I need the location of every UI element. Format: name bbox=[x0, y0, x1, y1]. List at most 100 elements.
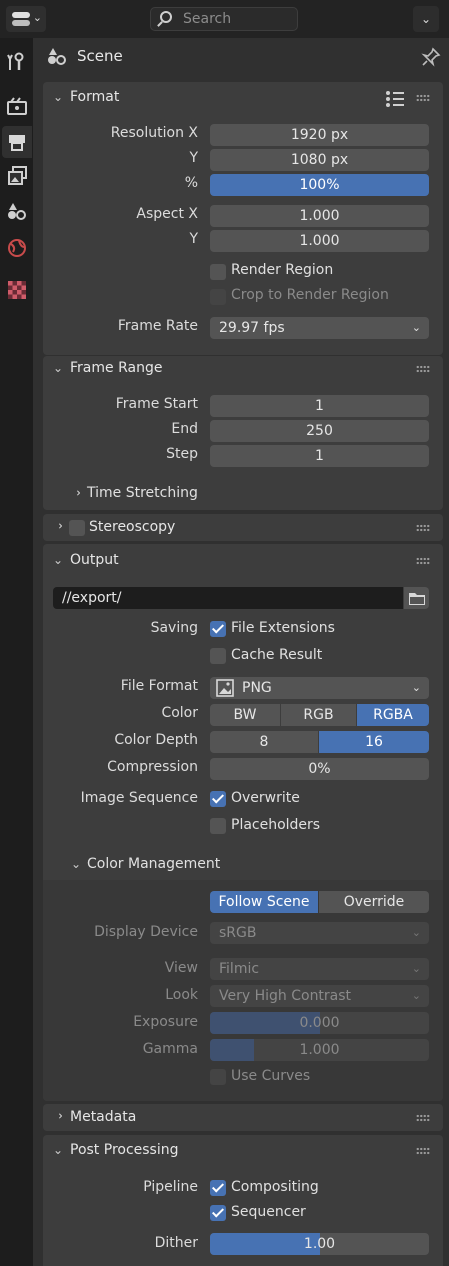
browse-folder-button[interactable] bbox=[404, 587, 429, 609]
aspect-x-label: Aspect X bbox=[136, 206, 198, 222]
use-curves-label: Use Curves bbox=[231, 1068, 311, 1084]
compositing-checkbox[interactable] bbox=[210, 1180, 226, 1196]
output-panel-title[interactable]: Output bbox=[70, 552, 119, 568]
chevron-right-icon[interactable]: ⌄ bbox=[69, 488, 83, 498]
image-sequence-label: Image Sequence bbox=[80, 790, 198, 806]
search-input[interactable]: Search bbox=[150, 7, 298, 31]
resolution-y-label: Y bbox=[189, 150, 198, 166]
aspect-y-field[interactable]: 1.000 bbox=[210, 230, 429, 252]
display-device-dropdown[interactable]: sRGB ⌄ bbox=[210, 922, 429, 944]
resolution-x-label: Resolution X bbox=[110, 125, 198, 141]
view-value: Filmic bbox=[219, 961, 260, 977]
sequencer-label: Sequencer bbox=[231, 1204, 306, 1220]
sequencer-checkbox[interactable] bbox=[210, 1205, 226, 1221]
frame-rate-label: Frame Rate bbox=[117, 318, 198, 334]
overwrite-checkbox[interactable] bbox=[210, 791, 226, 807]
chevron-down-icon[interactable]: ⌄ bbox=[53, 361, 63, 375]
view-dropdown[interactable]: Filmic ⌄ bbox=[210, 958, 429, 980]
view-layer-icon bbox=[8, 166, 27, 185]
aspect-y-label: Y bbox=[189, 231, 198, 247]
frame-start-field[interactable]: 1 bbox=[210, 395, 429, 417]
frame-range-panel-title[interactable]: Frame Range bbox=[70, 360, 162, 376]
drag-handle-icon[interactable] bbox=[416, 1114, 430, 1122]
drag-handle-icon[interactable] bbox=[416, 524, 430, 532]
properties-tabs bbox=[0, 38, 33, 1266]
color-label: Color bbox=[161, 705, 198, 721]
follow-scene-option[interactable]: Follow Scene bbox=[210, 891, 318, 913]
look-dropdown[interactable]: Very High Contrast ⌄ bbox=[210, 985, 429, 1007]
aspect-x-field[interactable]: 1.000 bbox=[210, 205, 429, 227]
editor-type-icon bbox=[12, 11, 30, 27]
gamma-value: 1.000 bbox=[299, 1042, 340, 1058]
render-icon bbox=[7, 97, 27, 115]
stereoscopy-panel-title[interactable]: Stereoscopy bbox=[89, 519, 175, 535]
image-icon bbox=[216, 679, 234, 697]
output-printer-icon bbox=[9, 135, 25, 151]
drag-handle-icon[interactable] bbox=[416, 365, 430, 373]
drag-handle-icon[interactable] bbox=[416, 94, 430, 102]
post-processing-panel-title[interactable]: Post Processing bbox=[70, 1142, 179, 1158]
use-curves-checkbox[interactable] bbox=[210, 1069, 226, 1085]
metadata-panel-title[interactable]: Metadata bbox=[70, 1109, 136, 1125]
dither-slider[interactable]: 1.00 bbox=[210, 1233, 429, 1255]
drag-handle-icon[interactable] bbox=[416, 557, 430, 565]
stereoscopy-checkbox[interactable] bbox=[69, 520, 85, 536]
pin-icon[interactable] bbox=[421, 47, 441, 67]
file-format-dropdown[interactable]: PNG ⌄ bbox=[210, 677, 429, 699]
drag-handle-icon[interactable] bbox=[416, 1147, 430, 1155]
override-option[interactable]: Override bbox=[319, 891, 429, 913]
editor-type-dropdown[interactable]: ⌄ bbox=[6, 6, 46, 32]
tab-texture[interactable] bbox=[2, 274, 32, 306]
gamma-slider[interactable]: 1.000 bbox=[210, 1039, 429, 1061]
chevron-down-icon[interactable]: ⌄ bbox=[53, 553, 63, 567]
tab-render[interactable] bbox=[2, 90, 32, 122]
render-region-checkbox[interactable] bbox=[210, 264, 226, 280]
output-path-input[interactable]: //export/ bbox=[53, 587, 403, 609]
frame-step-field[interactable]: 1 bbox=[210, 445, 429, 467]
scene-icon bbox=[48, 48, 66, 65]
file-extensions-checkbox[interactable] bbox=[210, 621, 226, 637]
chevron-down-icon: ⌄ bbox=[411, 926, 421, 939]
resolution-percent-slider[interactable]: 100% bbox=[210, 174, 429, 196]
color-rgb-option[interactable]: RGB bbox=[281, 704, 356, 726]
color-depth-16-option[interactable]: 16 bbox=[319, 731, 429, 753]
display-device-label: Display Device bbox=[94, 924, 198, 940]
presets-list-icon[interactable] bbox=[385, 90, 405, 108]
tab-tool[interactable] bbox=[2, 46, 32, 78]
chevron-right-icon[interactable]: ⌄ bbox=[51, 521, 65, 531]
chevron-down-icon: ⌄ bbox=[411, 321, 421, 334]
frame-end-field[interactable]: 250 bbox=[210, 420, 429, 442]
color-rgba-option[interactable]: RGBA bbox=[357, 704, 429, 726]
format-panel-title[interactable]: Format bbox=[70, 89, 119, 105]
placeholders-checkbox[interactable] bbox=[210, 818, 226, 834]
color-bw-option[interactable]: BW bbox=[210, 704, 280, 726]
properties-header: ⌄ Search ⌄ bbox=[0, 0, 449, 38]
color-management-subpanel[interactable]: Color Management bbox=[87, 856, 220, 872]
cache-result-checkbox[interactable] bbox=[210, 648, 226, 664]
frame-rate-dropdown[interactable]: 29.97 fps ⌄ bbox=[210, 317, 429, 339]
compression-slider[interactable]: 0% bbox=[210, 758, 429, 780]
dither-label: Dither bbox=[154, 1235, 198, 1251]
exposure-slider[interactable]: 0.000 bbox=[210, 1012, 429, 1034]
chevron-down-icon[interactable]: ⌄ bbox=[53, 1143, 63, 1157]
tab-view-layer[interactable] bbox=[2, 160, 32, 192]
tab-scene[interactable] bbox=[2, 196, 32, 228]
color-depth-8-option[interactable]: 8 bbox=[210, 731, 318, 753]
gamma-label: Gamma bbox=[142, 1041, 198, 1057]
resolution-y-field[interactable]: 1080 px bbox=[210, 149, 429, 171]
tab-world[interactable] bbox=[2, 232, 32, 264]
properties-editor: Scene ⌄ Format Resolution X 1920 px Y 10… bbox=[33, 38, 449, 1266]
tab-output[interactable] bbox=[2, 126, 32, 158]
compression-label: Compression bbox=[107, 759, 198, 775]
resolution-x-field[interactable]: 1920 px bbox=[210, 124, 429, 146]
context-breadcrumb: Scene bbox=[33, 38, 449, 76]
frame-end-label: End bbox=[171, 421, 198, 437]
chevron-down-icon[interactable]: ⌄ bbox=[71, 857, 81, 871]
options-dropdown-button[interactable]: ⌄ bbox=[413, 6, 439, 32]
display-device-value: sRGB bbox=[219, 925, 257, 941]
chevron-right-icon[interactable]: ⌄ bbox=[51, 1111, 65, 1121]
chevron-down-icon[interactable]: ⌄ bbox=[53, 90, 63, 104]
time-stretching-subpanel[interactable]: Time Stretching bbox=[87, 485, 198, 501]
crop-region-checkbox[interactable] bbox=[210, 289, 226, 305]
exposure-value: 0.000 bbox=[299, 1015, 340, 1031]
